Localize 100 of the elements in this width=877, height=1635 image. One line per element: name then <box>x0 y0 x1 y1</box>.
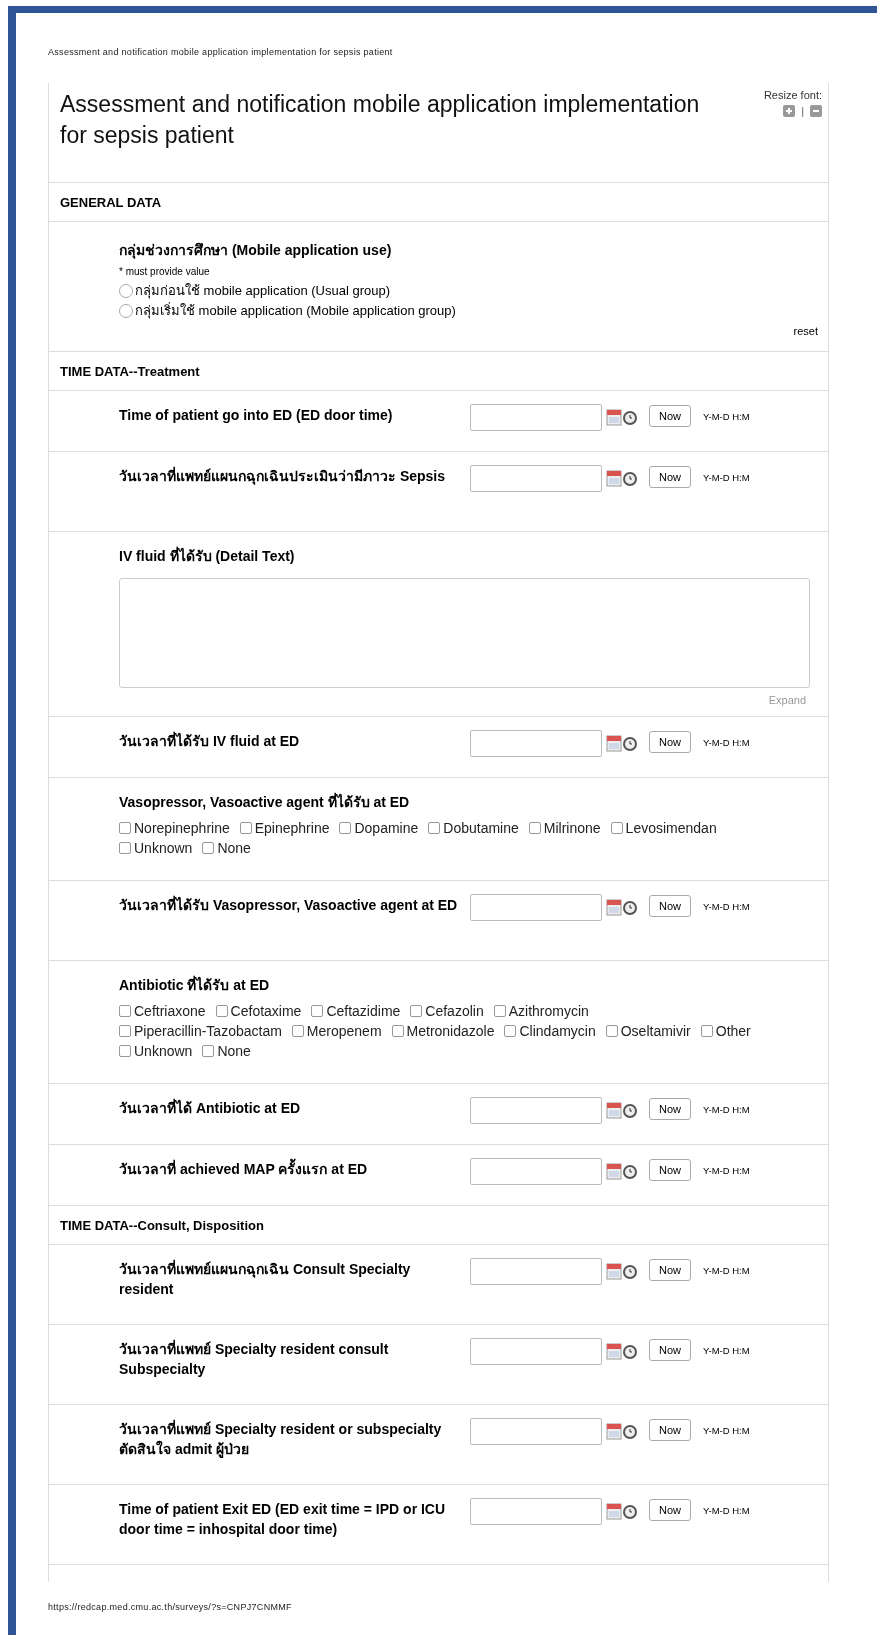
checkbox[interactable] <box>119 822 131 834</box>
calendar-clock-icon[interactable] <box>606 1261 638 1281</box>
option-label: Cefazolin <box>425 1002 484 1021</box>
datetime-input[interactable] <box>470 1097 602 1124</box>
calendar-clock-icon[interactable] <box>606 1341 638 1361</box>
option-label: None <box>217 839 251 858</box>
calendar-clock-icon[interactable] <box>606 1100 638 1120</box>
question-label: วันเวลาที่แพทย์ Specialty resident consult Subspecialty <box>119 1339 390 1379</box>
datetime-input[interactable] <box>470 1258 602 1285</box>
datetime-input[interactable] <box>470 1158 602 1185</box>
checkbox[interactable] <box>528 822 541 834</box>
now-button[interactable]: Now <box>649 466 691 488</box>
format-hint: Y-M-D H:M <box>703 901 750 912</box>
checkbox[interactable] <box>339 822 352 834</box>
question-label: Time of patient Exit ED (ED exit time = IPD or ICU door time = inhospital door time) <box>119 1500 447 1539</box>
checkbox[interactable] <box>311 1005 324 1017</box>
question-label: วันเวลาที่แพทย์ Specialty resident or subspecialty ตัดสินใจ admit ผู้ป่วย <box>119 1419 443 1459</box>
question-label: วันเวลาที่ได้รับ IV fluid at ED <box>119 731 301 751</box>
survey-title: Assessment and notification mobile application implementation for sepsis patient <box>60 90 701 150</box>
reset-link[interactable]: reset <box>119 325 818 337</box>
checkbox[interactable] <box>428 822 441 834</box>
checkbox[interactable] <box>119 1025 131 1037</box>
datetime-input[interactable] <box>470 1418 602 1445</box>
calendar-clock-icon[interactable] <box>606 1501 638 1521</box>
question-label: วันเวลาที่ได้ Antibiotic at ED <box>119 1098 302 1118</box>
text-area[interactable] <box>119 578 810 688</box>
now-button[interactable]: Now <box>649 1419 691 1441</box>
checkbox[interactable] <box>119 1005 131 1017</box>
question-label: IV fluid ที่ได้รับ (Detail Text) <box>119 546 296 566</box>
checkbox[interactable] <box>700 1025 713 1037</box>
radio-button[interactable] <box>119 304 133 318</box>
option-label: Levosimendan <box>625 819 717 838</box>
checkbox[interactable] <box>410 1005 423 1017</box>
checkbox[interactable] <box>504 1025 517 1037</box>
now-button[interactable]: Now <box>649 895 691 917</box>
format-hint: Y-M-D H:M <box>703 472 750 483</box>
checkbox[interactable] <box>291 1025 304 1037</box>
calendar-clock-icon[interactable] <box>606 733 638 753</box>
now-button[interactable]: Now <box>649 1339 691 1361</box>
checkbox[interactable] <box>119 842 131 854</box>
format-hint: Y-M-D H:M <box>703 1345 750 1356</box>
option-label: กลุ่มเริ่มใช้ mobile application (Mobile application group) <box>135 301 456 321</box>
calendar-clock-icon[interactable] <box>606 468 638 488</box>
option-label: กลุ่มก่อนใช้ mobile application (Usual group) <box>135 282 391 301</box>
format-hint: Y-M-D H:M <box>703 1165 750 1176</box>
option-label: Azithromycin <box>508 1002 589 1021</box>
checkbox[interactable] <box>202 1045 215 1057</box>
datetime-input[interactable] <box>470 404 602 431</box>
question-label: วันเวลาที่แพทย์แผนกฉุกเฉินประเมินว่ามีภาวะ Sepsis <box>119 466 447 486</box>
question-label: Vasopressor, Vasoactive agent ที่ได้รับ at ED <box>119 792 411 812</box>
checkbox[interactable] <box>119 1045 131 1057</box>
checkbox[interactable] <box>202 842 215 854</box>
datetime-input[interactable] <box>470 465 602 492</box>
question-label: Time of patient go into ED (ED door time) <box>119 406 394 425</box>
datetime-input[interactable] <box>470 1498 602 1525</box>
option-label: Dopamine <box>354 819 419 838</box>
calendar-clock-icon[interactable] <box>606 897 638 917</box>
page-url: https://redcap.med.cmu.ac.th/surveys/?s=CNPJ7CNMMF <box>48 1601 293 1612</box>
minus-icon[interactable] <box>810 105 822 117</box>
plus-icon[interactable] <box>783 105 796 117</box>
checkbox[interactable] <box>391 1025 404 1037</box>
option-label: Piperacillin-Tazobactam <box>134 1022 282 1041</box>
checkbox[interactable] <box>493 1005 506 1017</box>
datetime-input[interactable] <box>470 894 602 921</box>
option-label: Epinephrine <box>254 819 330 838</box>
option-label: Unknown <box>134 839 193 858</box>
page-header: Assessment and notification mobile application implementation for sepsis patient <box>48 46 394 59</box>
format-hint: Y-M-D H:M <box>703 737 750 748</box>
question-label: กลุ่มช่วงการศึกษา (Mobile application use) <box>119 241 393 260</box>
option-label: Ceftazidime <box>326 1002 401 1021</box>
now-button[interactable]: Now <box>649 731 691 753</box>
option-label: Milrinone <box>543 819 601 838</box>
format-hint: Y-M-D H:M <box>703 1104 750 1115</box>
question-label: Antibiotic ที่ได้รับ at ED <box>119 975 271 995</box>
option-label: Oseltamivir <box>620 1022 691 1041</box>
checkbox[interactable] <box>239 822 252 834</box>
option-label: Clindamycin <box>519 1022 596 1041</box>
format-hint: Y-M-D H:M <box>703 1505 750 1516</box>
now-button[interactable]: Now <box>649 1159 691 1181</box>
radio-button[interactable] <box>119 284 133 298</box>
now-button[interactable]: Now <box>649 405 691 427</box>
checkbox[interactable] <box>605 1025 618 1037</box>
now-button[interactable]: Now <box>649 1098 691 1120</box>
calendar-clock-icon[interactable] <box>606 1161 638 1181</box>
question-label: วันเวลาที่แพทย์แผนกฉุกเฉิน Consult Specialty resident <box>119 1259 412 1299</box>
now-button[interactable]: Now <box>649 1499 691 1521</box>
checkbox[interactable] <box>610 822 623 834</box>
option-label: Unknown <box>134 1042 193 1061</box>
datetime-input[interactable] <box>470 730 602 757</box>
resize-font-label: Resize font: <box>763 89 822 101</box>
datetime-input[interactable] <box>470 1338 602 1365</box>
format-hint: Y-M-D H:M <box>703 411 750 422</box>
format-hint: Y-M-D H:M <box>703 1265 750 1276</box>
calendar-clock-icon[interactable] <box>606 1421 638 1441</box>
checkbox[interactable] <box>215 1005 228 1017</box>
now-button[interactable]: Now <box>649 1259 691 1281</box>
calendar-clock-icon[interactable] <box>606 407 638 427</box>
question-label: วันเวลาที่ได้รับ Vasopressor, Vasoactive agent at ED <box>119 895 459 915</box>
format-hint: Y-M-D H:M <box>703 1425 750 1436</box>
separator: | <box>801 105 804 117</box>
